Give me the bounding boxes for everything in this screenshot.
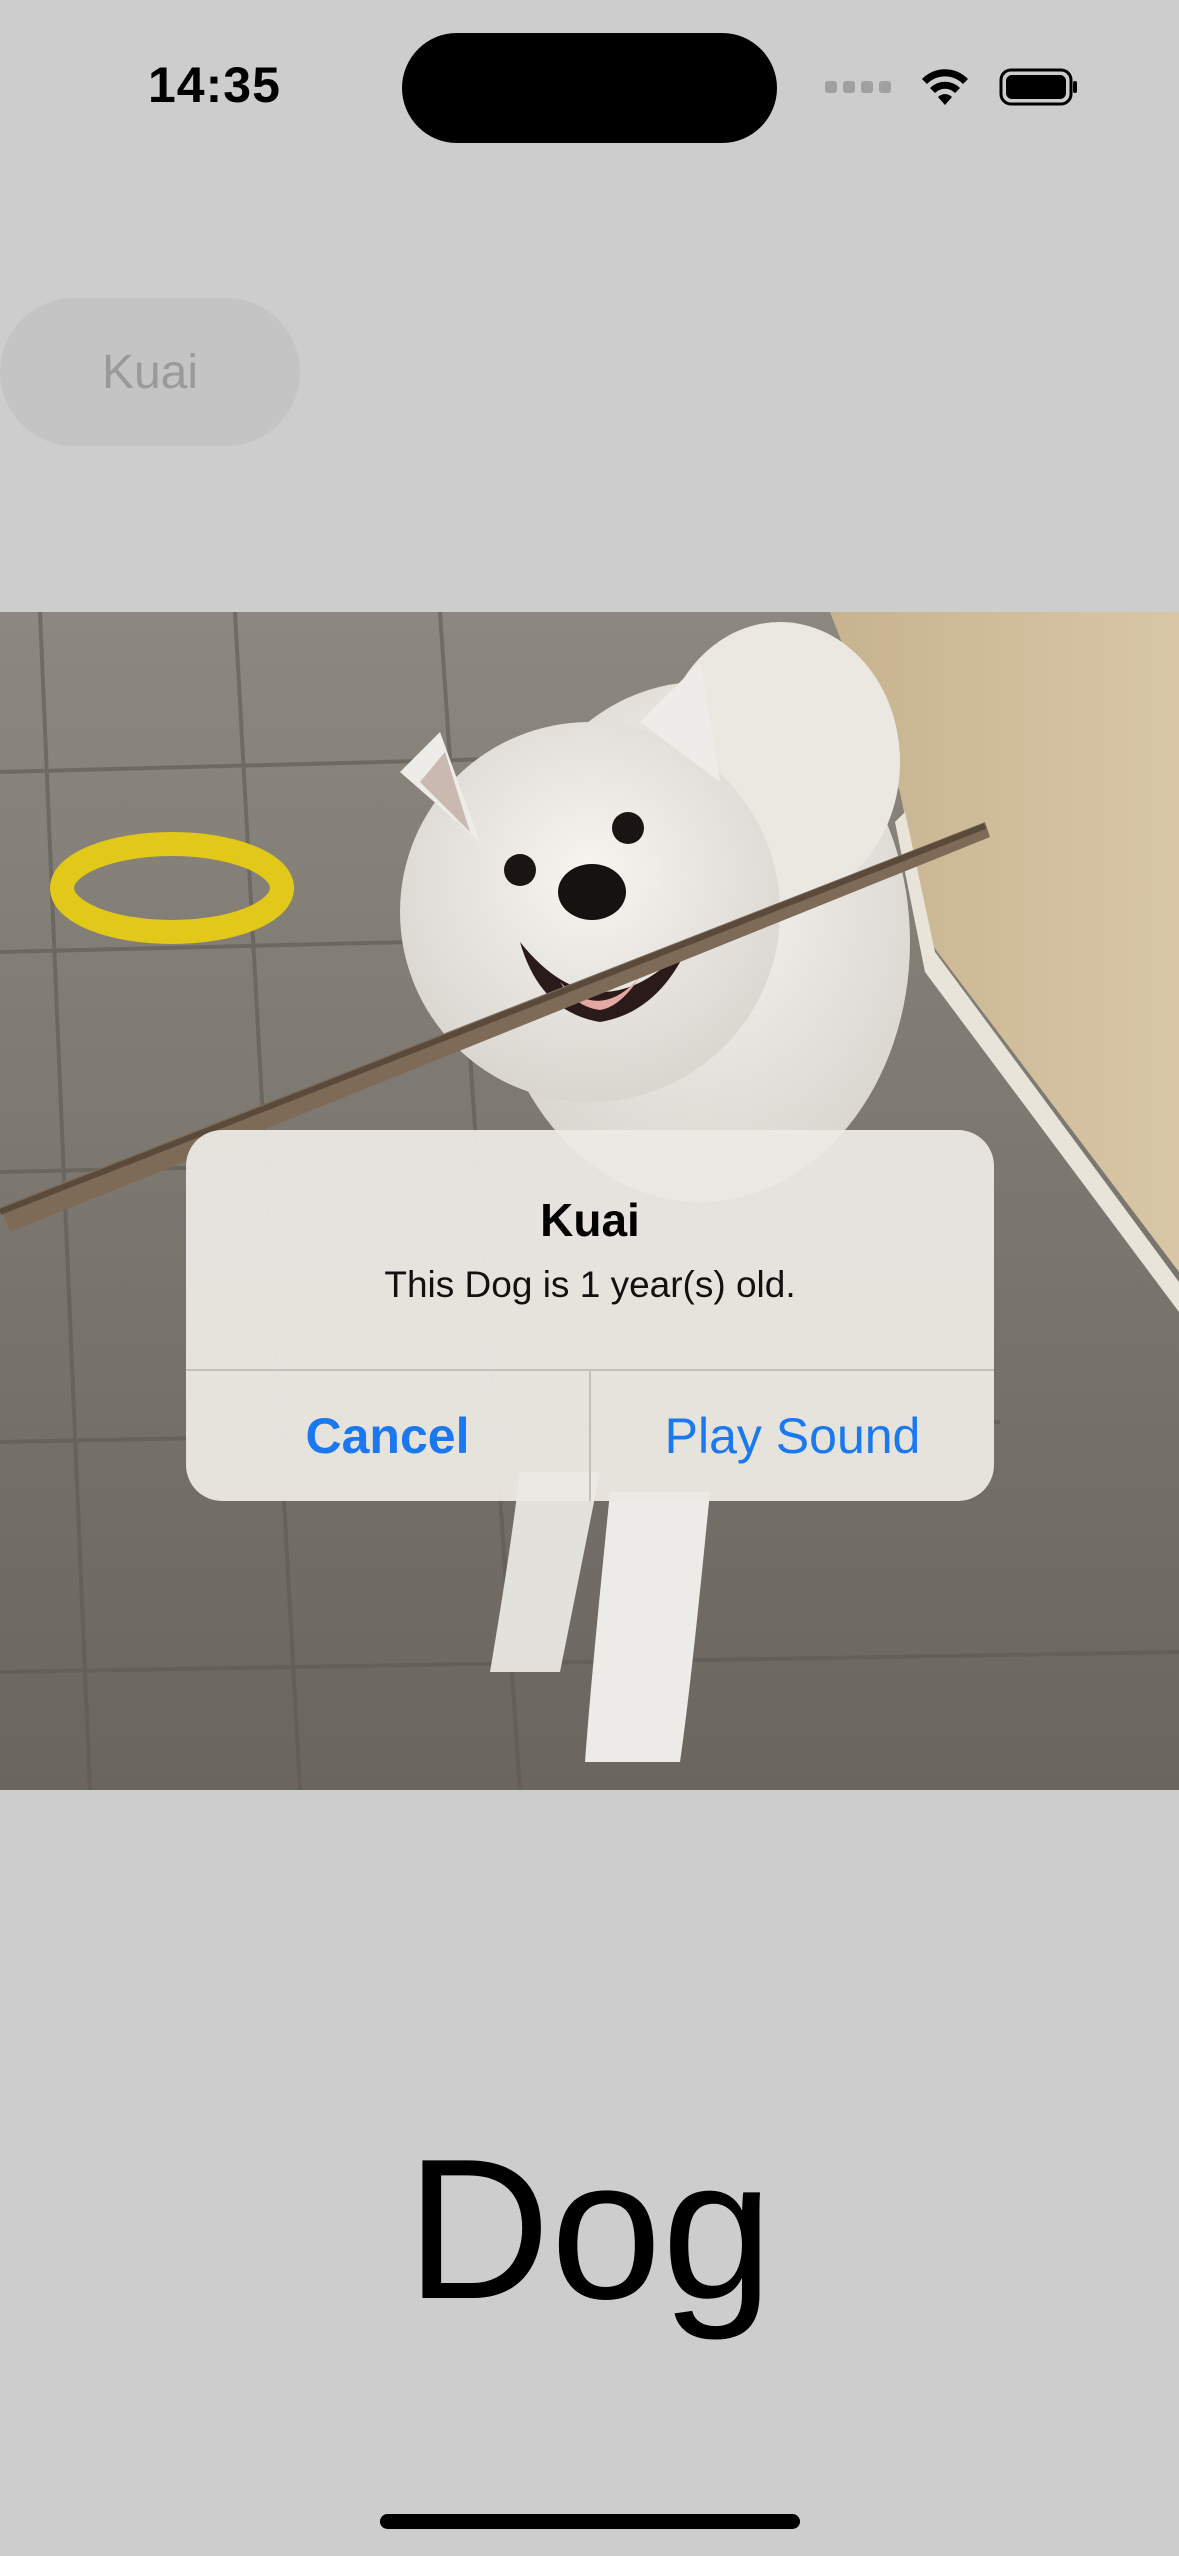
back-pill-button[interactable]: Kuai — [0, 298, 300, 446]
animal-label: Dog — [406, 2118, 773, 2341]
wifi-icon — [922, 69, 968, 105]
play-sound-button[interactable]: Play Sound — [591, 1371, 994, 1501]
home-indicator[interactable] — [380, 2514, 800, 2529]
status-time: 14:35 — [148, 57, 281, 113]
alert-dialog: Kuai This Dog is 1 year(s) old. Cancel P… — [186, 1130, 994, 1501]
dynamic-island — [402, 33, 777, 143]
alert-message: This Dog is 1 year(s) old. — [384, 1264, 796, 1305]
cellular-signal-icon — [825, 81, 891, 93]
status-bar: 14:35 — [0, 0, 1179, 170]
battery-icon — [999, 68, 1077, 106]
alert-title: Kuai — [540, 1194, 640, 1246]
cancel-button[interactable]: Cancel — [186, 1371, 589, 1501]
status-icons — [825, 62, 1079, 112]
